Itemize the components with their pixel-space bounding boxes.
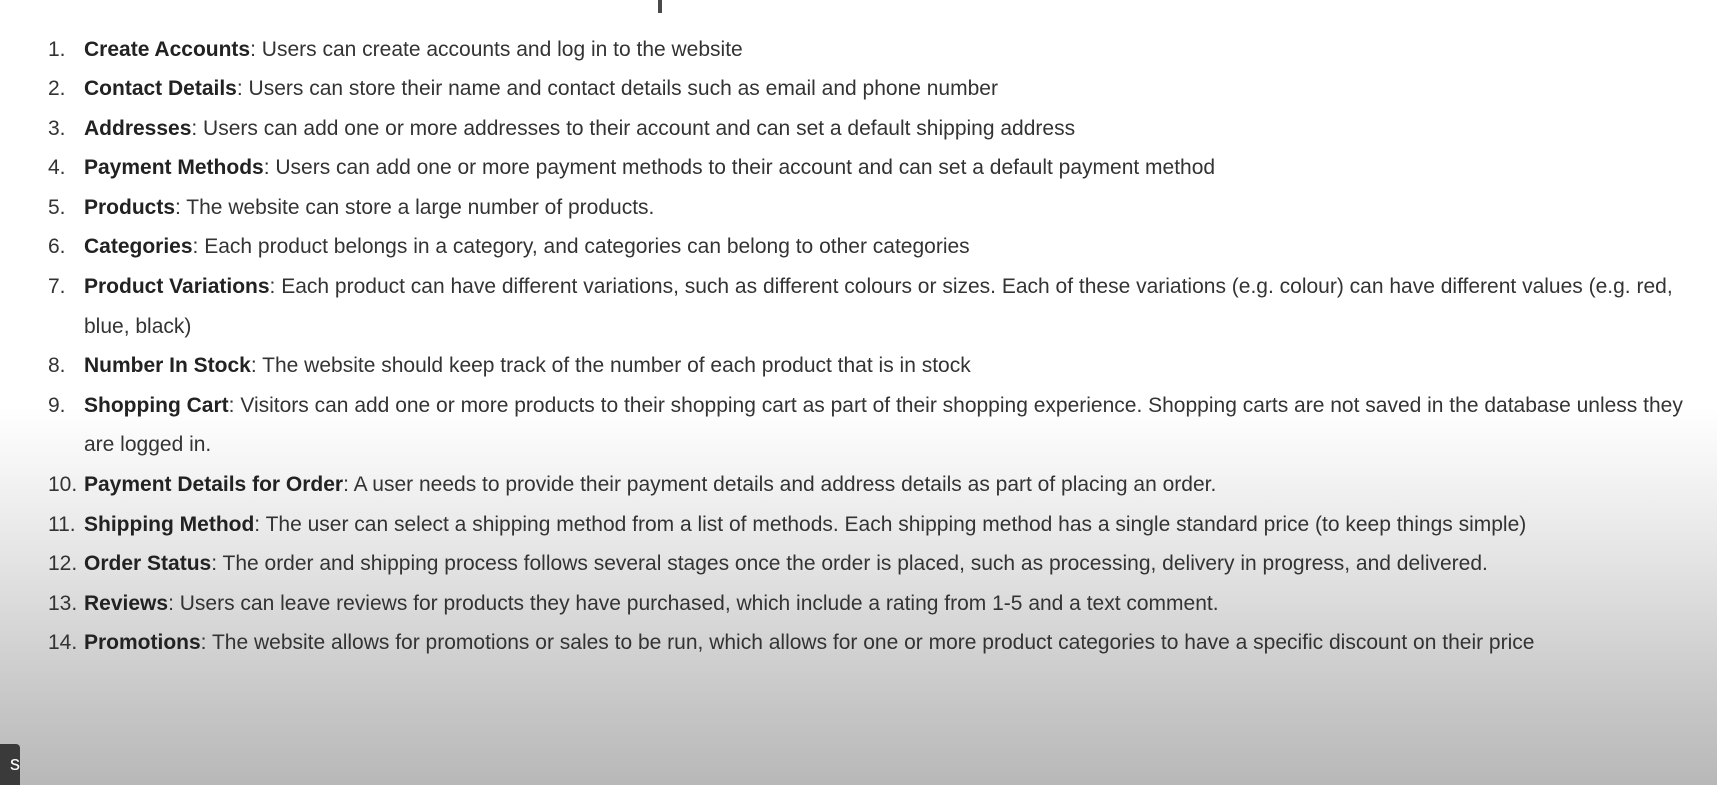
item-text: : Each product can have different variat… [84,275,1673,338]
item-body: Shopping Cart: Visitors can add one or m… [84,386,1713,465]
item-title: Payment Details for Order [84,473,344,497]
item-body: Shipping Method: The user can select a s… [84,505,1713,545]
list-item: 2. Contact Details: Users can store thei… [48,69,1713,109]
list-item: 5. Products: The website can store a lar… [48,188,1713,228]
item-body: Addresses: Users can add one or more add… [84,109,1713,149]
item-title: Payment Methods [84,156,264,180]
item-body: Payment Methods: Users can add one or mo… [84,148,1713,188]
item-text: : Visitors can add one or more products … [84,393,1683,457]
item-number: 1. [48,37,66,61]
corner-caption-badge: s [0,744,20,785]
item-text: : The website should keep track of the n… [250,354,971,378]
list-item: 12. Order Status: The order and shipping… [48,544,1713,584]
item-text: : Users can add one or more addresses to… [191,116,1076,140]
list-item: 13. Reviews: Users can leave reviews for… [48,584,1713,624]
item-number: 3. [48,116,66,140]
item-number: 11. [48,512,76,536]
item-title: Create Accounts [84,37,251,61]
item-body: Contact Details: Users can store their n… [84,69,1713,109]
item-number: 2. [48,77,66,101]
item-title: Number In Stock [84,354,251,378]
item-title: Promotions [84,631,201,655]
item-title: Shopping Cart [84,393,229,417]
item-title: Categories [84,235,193,259]
item-number: 5. [48,195,66,219]
item-text: : The order and shipping process follows… [211,552,1488,576]
item-text: : Users can add one or more payment meth… [263,156,1216,180]
item-title: Reviews [84,591,169,615]
list-item: 9. Shopping Cart: Visitors can add one o… [48,386,1713,465]
item-title: Products [84,195,176,219]
list-item: 14. Promotions: The website allows for p… [48,623,1713,663]
item-text: : The website allows for promotions or s… [200,631,1535,655]
item-text: : Users can create accounts and log in t… [250,37,743,61]
item-number: 8. [48,354,66,378]
heading-fragment [658,0,662,13]
item-number: 14. [48,631,78,655]
item-body: Categories: Each product belongs in a ca… [84,227,1713,267]
item-number: 10. [48,473,78,497]
item-body: Products: The website can store a large … [84,188,1713,228]
list-item: 1. Create Accounts: Users can create acc… [48,30,1713,70]
item-number: 9. [48,393,66,417]
item-title: Order Status [84,552,212,576]
item-body: Product Variations: Each product can hav… [84,267,1713,346]
list-item: 7. Product Variations: Each product can … [48,267,1713,346]
item-text: : A user needs to provide their payment … [343,473,1217,497]
item-number: 12. [48,552,78,576]
item-number: 7. [48,275,66,299]
item-body: Order Status: The order and shipping pro… [84,544,1713,584]
list-item: 11. Shipping Method: The user can select… [48,505,1713,545]
item-text: : Users can store their name and contact… [236,77,998,101]
item-title: Contact Details [84,77,237,101]
item-body: Payment Details for Order: A user needs … [84,465,1713,505]
item-title: Product Variations [84,275,270,299]
list-item: 10. Payment Details for Order: A user ne… [48,465,1713,505]
item-text: : Users can leave reviews for products t… [168,591,1219,615]
item-title: Shipping Method [84,512,255,536]
list-item: 8. Number In Stock: The website should k… [48,346,1713,386]
item-body: Number In Stock: The website should keep… [84,346,1713,386]
list-item: 6. Categories: Each product belongs in a… [48,227,1713,267]
item-body: Create Accounts: Users can create accoun… [84,30,1713,70]
item-title: Addresses [84,116,192,140]
requirements-list: 1. Create Accounts: Users can create acc… [48,30,1713,664]
item-text: : The website can store a large number o… [175,195,655,219]
list-item: 3. Addresses: Users can add one or more … [48,109,1713,149]
item-body: Promotions: The website allows for promo… [84,623,1713,663]
item-text: : The user can select a shipping method … [254,512,1527,536]
item-number: 13. [48,591,78,615]
item-number: 4. [48,156,66,180]
item-number: 6. [48,235,66,259]
item-text: : Each product belongs in a category, an… [192,235,970,259]
item-body: Reviews: Users can leave reviews for pro… [84,584,1713,624]
list-item: 4. Payment Methods: Users can add one or… [48,148,1713,188]
